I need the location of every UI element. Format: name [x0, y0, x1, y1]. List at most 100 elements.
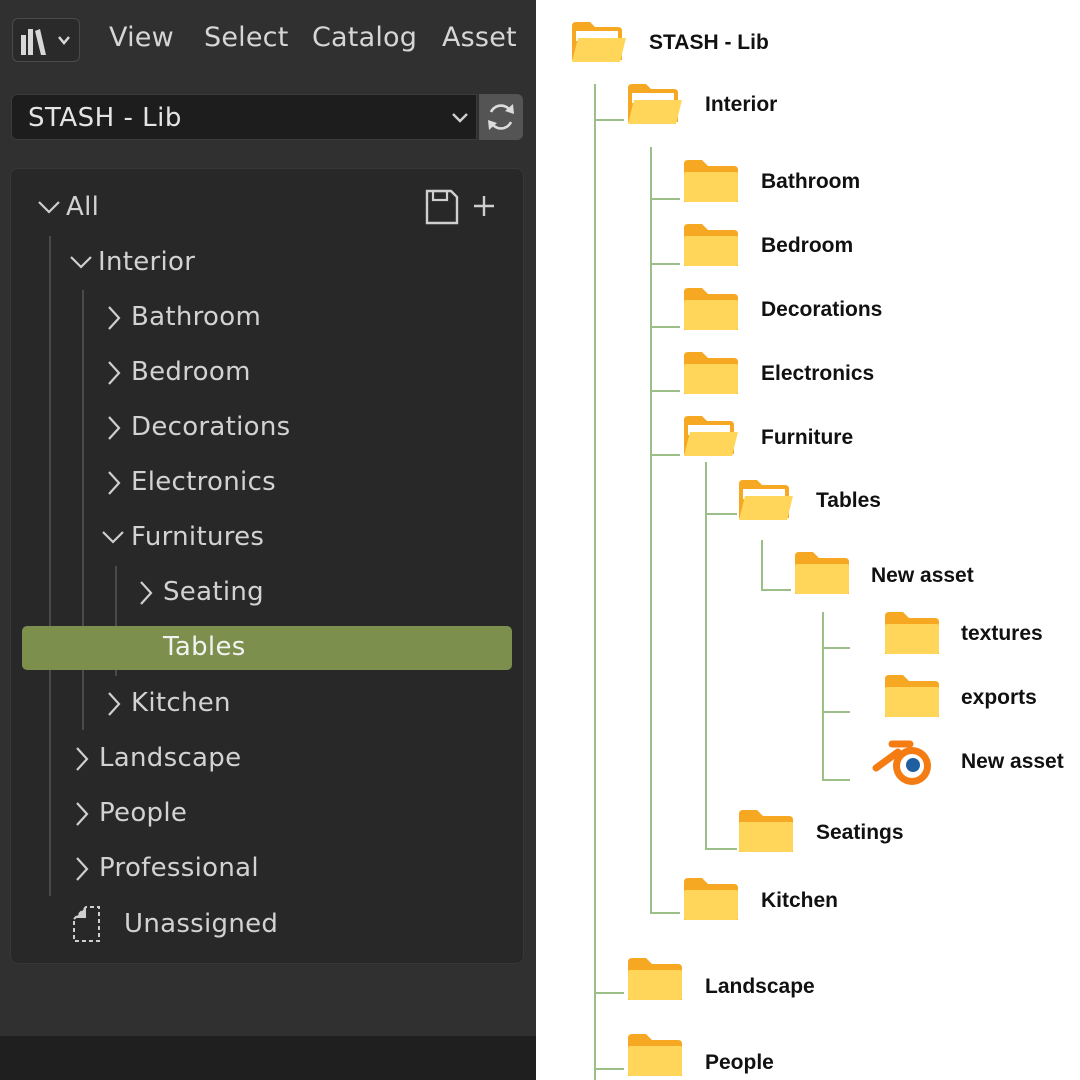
guide-line: [822, 779, 850, 781]
node-label: New asset: [871, 564, 974, 587]
menu-bar: View Select Catalog Asset: [0, 0, 536, 76]
menu-asset[interactable]: Asset: [442, 22, 517, 53]
folder-icon: [739, 810, 793, 852]
tree-item-label: People: [99, 798, 188, 828]
tree-item-electronics[interactable]: Electronics: [106, 461, 486, 505]
refresh-icon: [488, 104, 514, 130]
tree-item-interior[interactable]: Interior: [70, 241, 490, 285]
tree-item-people[interactable]: People: [74, 792, 494, 836]
folder-icon: [628, 958, 682, 1000]
chevron-down-icon: [102, 531, 124, 544]
guide-line: [705, 462, 707, 850]
tree-item-furnitures[interactable]: Furnitures: [102, 516, 486, 560]
node-label: Furniture: [761, 426, 854, 449]
folder-open-icon: [739, 480, 793, 520]
guide-line: [650, 912, 680, 914]
node-label: Kitchen: [761, 889, 839, 912]
folder-icon: [628, 1034, 682, 1076]
tree-item-label: All: [66, 192, 100, 222]
chevron-right-icon: [108, 471, 121, 495]
folder-icon: [684, 224, 738, 266]
folder-icon: [885, 675, 939, 717]
editor-type-button[interactable]: [12, 18, 80, 62]
chevron-right-icon: [76, 747, 89, 771]
guide-line: [761, 589, 791, 591]
guide-line: [705, 848, 737, 850]
asset-browser-icon: [21, 29, 70, 55]
library-selector[interactable]: STASH - Lib: [11, 94, 477, 140]
node-label: STASH - Lib: [649, 31, 769, 54]
unassigned-icon: [73, 906, 100, 942]
tree-item-label: Bedroom: [131, 357, 251, 387]
node-label: Bathroom: [761, 170, 861, 193]
guide-line: [594, 1068, 624, 1070]
chevron-down-icon: [70, 256, 92, 269]
chevron-down-icon: [452, 113, 468, 123]
chevron-right-icon: [76, 802, 89, 826]
menu-select[interactable]: Select: [204, 22, 289, 53]
tree-item-all[interactable]: All: [38, 186, 498, 230]
tree-item-professional[interactable]: Professional: [74, 847, 494, 891]
tree-item-label: Bathroom: [131, 302, 262, 332]
tree-item-bedroom[interactable]: Bedroom: [106, 351, 486, 395]
folder-open-icon: [628, 84, 682, 124]
guide-line: [822, 647, 850, 649]
menu-view[interactable]: View: [109, 22, 174, 53]
chevron-right-icon: [108, 416, 121, 440]
folder-open-icon: [572, 22, 626, 62]
blender-file-icon: [872, 740, 931, 785]
tree-item-label: Furnitures: [131, 522, 265, 552]
guide-line: [650, 454, 680, 456]
node-label: People: [705, 1051, 774, 1074]
tree-item-kitchen[interactable]: Kitchen: [106, 682, 486, 726]
node-label: Tables: [816, 489, 881, 512]
folder-icon: [684, 160, 738, 202]
folder-open-icon: [684, 416, 738, 456]
guide-line: [594, 119, 624, 121]
guide-line: [594, 84, 596, 1080]
folder-icon: [885, 612, 939, 654]
catalog-tree: [10, 168, 524, 964]
guide-line: [705, 513, 737, 515]
save-icon[interactable]: [424, 188, 460, 226]
add-icon[interactable]: [472, 194, 496, 218]
node-label: Seatings: [816, 821, 904, 844]
chevron-down-icon: [38, 201, 60, 214]
tree-item-label: Tables: [163, 632, 246, 662]
chevron-right-icon: [76, 857, 89, 881]
chevron-right-icon: [140, 581, 153, 605]
tree-item-unassigned[interactable]: Unassigned: [72, 903, 492, 947]
tree-item-landscape[interactable]: Landscape: [74, 737, 494, 781]
guide-line: [594, 992, 624, 994]
guide-line: [650, 390, 680, 392]
folder-hierarchy-diagram: STASH - Lib Interior Bathroom Bedroom De…: [536, 0, 1080, 1080]
tree-item-label: Kitchen: [131, 688, 231, 718]
tree-item-bathroom[interactable]: Bathroom: [106, 296, 486, 340]
node-label: Landscape: [705, 975, 815, 998]
tree-item-label: Electronics: [131, 467, 277, 497]
refresh-button[interactable]: [479, 94, 523, 140]
chevron-right-icon: [108, 361, 121, 385]
node-label: textures: [961, 622, 1043, 645]
node-label: New asset: [961, 750, 1064, 773]
node-label: Electronics: [761, 362, 875, 385]
folder-icon: [684, 878, 738, 920]
tree-item-label: Professional: [99, 853, 259, 883]
tree-item-label: Unassigned: [124, 909, 279, 939]
node-label: Decorations: [761, 298, 883, 321]
chevron-right-icon: [108, 306, 121, 330]
guide-line: [761, 540, 763, 590]
menu-catalog[interactable]: Catalog: [312, 22, 417, 53]
guide-line: [822, 711, 850, 713]
folder-icon: [684, 352, 738, 394]
tree-item-decorations[interactable]: Decorations: [106, 406, 486, 450]
tree-item-seating[interactable]: Seating: [138, 571, 488, 615]
guide-line: [650, 198, 680, 200]
tree-item-tables[interactable]: Tables: [138, 626, 488, 670]
folder-icon: [684, 288, 738, 330]
library-selector-value: STASH - Lib: [28, 103, 182, 133]
chevron-right-icon: [108, 692, 121, 716]
node-label: exports: [961, 686, 1037, 709]
asset-browser-panel: View Select Catalog Asset STASH - Lib Al…: [0, 0, 536, 1080]
guide-line: [650, 326, 680, 328]
